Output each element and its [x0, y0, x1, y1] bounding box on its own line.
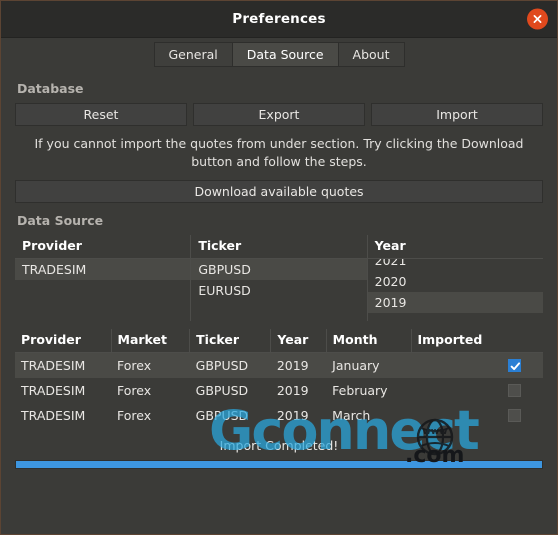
import-button[interactable]: Import	[371, 103, 543, 126]
header-month[interactable]: Month	[326, 328, 412, 353]
cell-imported	[411, 352, 543, 378]
tab-bar: General Data Source About	[1, 38, 557, 71]
data-source-section-label: Data Source	[17, 212, 104, 228]
year-column-header: Year	[367, 235, 543, 259]
cell-market: Forex	[117, 382, 152, 398]
table-row[interactable]: TRADESIM Forex GBPUSD 2019 February	[15, 378, 543, 403]
cell-year: 2019	[276, 407, 309, 423]
export-button[interactable]: Export	[193, 103, 365, 126]
cell-year: 2019	[270, 352, 327, 378]
tab-about[interactable]: About	[337, 42, 405, 67]
close-icon[interactable]	[527, 8, 548, 30]
download-button-label: Download available quotes	[194, 183, 364, 199]
ticker-column-header: Ticker	[191, 235, 367, 259]
tab-content-data-source: Database Reset Export Import If you cann…	[1, 81, 557, 469]
year-list-item[interactable]: 2020	[368, 271, 543, 292]
imported-checkbox[interactable]	[508, 383, 521, 397]
preferences-window: Preferences General Data Source About Da…	[0, 0, 558, 535]
year-column: Year 2021 2020 2019	[366, 234, 543, 321]
cell-ticker: GBPUSD	[189, 352, 271, 378]
cell-year: 2019	[276, 382, 309, 398]
header-imported[interactable]: Imported	[411, 328, 543, 353]
ticker-list-item[interactable]: EURUSD	[191, 280, 366, 301]
database-section-label: Database	[17, 81, 84, 96]
imported-quotes-table: Provider Market Ticker Year Month Import…	[15, 328, 543, 428]
provider-column: Provider TRADESIM	[15, 235, 191, 321]
year-list-item[interactable]: 2021	[368, 259, 543, 271]
header-ticker[interactable]: Ticker	[189, 328, 272, 353]
cell-ticker: GBPUSD	[195, 407, 249, 423]
export-button-label: Export	[258, 107, 300, 122]
window-title: Preferences	[232, 11, 326, 27]
cell-imported	[411, 378, 543, 403]
provider-column-header: Provider	[15, 235, 191, 259]
status-message: Import Completed!	[219, 437, 339, 453]
year-list-item[interactable]: 2019	[367, 291, 543, 313]
data-source-selector: Provider TRADESIM Ticker GBPUSD EURUSD Y…	[15, 234, 543, 321]
database-help-text: If you cannot import the quotes from und…	[34, 136, 524, 169]
reset-button-label: Reset	[83, 107, 119, 122]
year-list[interactable]: 2021 2020 2019	[367, 259, 543, 321]
imported-checkbox[interactable]	[508, 408, 521, 422]
cell-market: Forex	[111, 352, 190, 378]
cell-ticker: GBPUSD	[195, 382, 249, 398]
tab-group: General Data Source About	[153, 42, 405, 67]
ticker-column: Ticker GBPUSD EURUSD	[190, 234, 367, 321]
table-header-row: Provider Market Ticker Year Month Import…	[15, 328, 543, 353]
imported-quotes-table-wrap: Provider Market Ticker Year Month Import…	[15, 328, 543, 428]
tab-general-label: General	[168, 47, 218, 62]
imported-checkbox[interactable]	[508, 358, 521, 372]
header-market[interactable]: Market	[111, 328, 191, 353]
cell-market: Forex	[117, 407, 152, 423]
database-button-row: Reset Export Import	[15, 103, 543, 126]
tab-general[interactable]: General	[153, 42, 232, 67]
tab-data-source-label: Data Source	[246, 47, 324, 62]
cell-month: March	[332, 407, 371, 423]
import-progress-fill	[16, 460, 542, 468]
cell-provider: TRADESIM	[21, 382, 86, 398]
download-button-row: Download available quotes	[15, 179, 543, 203]
cell-imported	[411, 403, 543, 428]
ticker-list[interactable]: GBPUSD EURUSD	[191, 258, 367, 321]
cell-provider: TRADESIM	[21, 407, 86, 423]
header-provider[interactable]: Provider	[15, 328, 112, 353]
provider-list-item[interactable]: TRADESIM	[15, 258, 191, 280]
ticker-list-item[interactable]: GBPUSD	[191, 258, 367, 280]
provider-list[interactable]: TRADESIM	[15, 258, 191, 321]
tab-data-source[interactable]: Data Source	[231, 42, 338, 67]
cell-month: February	[332, 382, 388, 398]
download-available-quotes-button[interactable]: Download available quotes	[15, 179, 543, 203]
table-row[interactable]: TRADESIM Forex GBPUSD 2019 January	[15, 352, 543, 378]
import-button-label: Import	[436, 107, 478, 122]
tab-about-label: About	[352, 47, 390, 62]
header-year[interactable]: Year	[270, 328, 327, 353]
cell-month: January	[326, 352, 411, 378]
cell-provider: TRADESIM	[15, 352, 112, 378]
titlebar: Preferences	[1, 1, 557, 38]
import-progress-bar	[15, 459, 543, 469]
table-row[interactable]: TRADESIM Forex GBPUSD 2019 March	[15, 403, 543, 428]
reset-button[interactable]: Reset	[15, 103, 187, 126]
